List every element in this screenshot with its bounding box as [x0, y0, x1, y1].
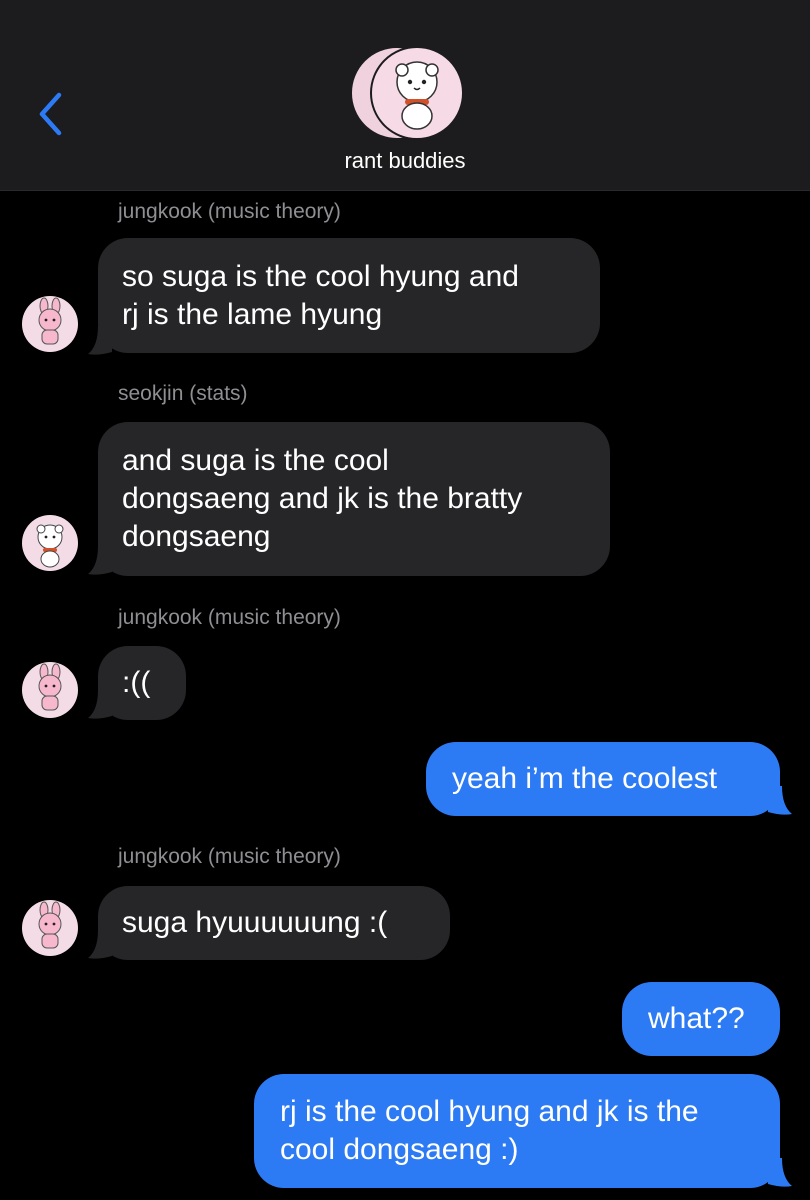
bubble-tail [768, 1158, 792, 1187]
sender-name: jungkook (music theory) [118, 200, 341, 223]
rj-character-icon [395, 61, 439, 130]
conversation-title[interactable]: rant buddies [0, 148, 810, 174]
cooky-avatar[interactable] [22, 296, 78, 352]
message-bubble-incoming[interactable]: :(( [98, 646, 186, 720]
message-bubble-outgoing[interactable]: yeah i’m the coolest [426, 742, 780, 816]
message-line: suga hyuuuuuung :( [122, 906, 388, 939]
message-line: :(( [122, 666, 151, 699]
message-line: and suga is the cool [122, 444, 389, 477]
message-line: cool dongsaeng :) [280, 1133, 519, 1166]
rj-character-icon [36, 524, 64, 568]
chevron-left-icon [39, 92, 62, 136]
message-line: what?? [648, 1002, 745, 1035]
sender-name: jungkook (music theory) [118, 845, 341, 868]
message-bubble-incoming[interactable]: and suga is the cool dongsaeng and jk is… [98, 422, 610, 576]
message-bubble-outgoing[interactable]: rj is the cool hyung and jk is the cool … [254, 1074, 780, 1188]
back-button[interactable] [28, 90, 72, 138]
message-line: rj is the lame hyung [122, 297, 383, 331]
cooky-avatar[interactable] [22, 662, 78, 718]
bubble-tail [768, 786, 792, 815]
cooky-character-icon [38, 297, 62, 345]
message-bubble-incoming[interactable]: so suga is the cool hyung and rj is the … [98, 238, 600, 353]
sender-name: jungkook (music theory) [118, 606, 341, 629]
message-line: yeah i’m the coolest [452, 762, 718, 795]
message-line: so suga is the cool hyung and [122, 259, 519, 293]
sender-name: seokjin (stats) [118, 382, 248, 405]
conversation-header: rant buddies [0, 0, 810, 191]
message-line: rj is the cool hyung and jk is the [280, 1095, 699, 1128]
group-avatar[interactable] [350, 44, 464, 140]
cooky-character-icon [38, 663, 62, 711]
message-bubble-outgoing[interactable]: what?? [622, 982, 780, 1056]
cooky-avatar[interactable] [22, 900, 78, 956]
cooky-character-icon [38, 901, 62, 949]
rj-avatar[interactable] [22, 515, 78, 571]
message-bubble-incoming[interactable]: suga hyuuuuuung :( [98, 886, 450, 960]
message-line: dongsaeng [122, 520, 271, 553]
message-line: dongsaeng and jk is the bratty [122, 482, 523, 515]
group-avatar-front [370, 46, 464, 140]
